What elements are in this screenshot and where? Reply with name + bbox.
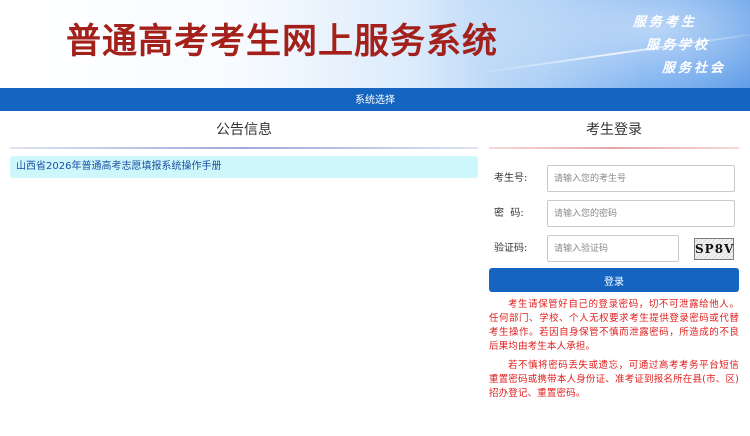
site-title: 普通高考考生网上服务系统 bbox=[66, 21, 499, 62]
nav-item-system-select[interactable]: 系统选择 bbox=[355, 89, 395, 112]
slogan-serve-schools: 服务学校 bbox=[646, 38, 711, 53]
password-input[interactable] bbox=[547, 200, 735, 227]
notice-divider bbox=[10, 147, 478, 149]
header-banner: 普通高考考生网上服务系统 服务考生 服务学校 服务社会 bbox=[0, 0, 750, 88]
captcha-label: 验证码: bbox=[494, 243, 528, 254]
captcha-input[interactable] bbox=[547, 235, 679, 262]
notice-item-link[interactable]: 山西省2026年普通高考志愿填报系统操作手册 bbox=[10, 156, 478, 178]
exam-no-label: 考生号: bbox=[494, 173, 528, 184]
password-label: 密 码: bbox=[494, 208, 524, 219]
password-row: 密 码: bbox=[489, 200, 739, 227]
exam-no-input[interactable] bbox=[547, 165, 735, 192]
nav-bar: 系统选择 bbox=[0, 88, 750, 111]
login-divider bbox=[489, 147, 739, 149]
password-warning-text: 考生请保管好自己的登录密码，切不可泄露给他人。任何部门、学校、个人无权要求考生提… bbox=[489, 299, 739, 352]
notice-panel: 公告信息 山西省2026年普通高考志愿填报系统操作手册 bbox=[10, 120, 478, 178]
slogan-serve-society: 服务社会 bbox=[662, 61, 727, 76]
login-panel: 考生登录 考生号: 密 码: 验证码: SP8V 登录 考生请保管好自己的登录密… bbox=[489, 120, 739, 401]
login-title: 考生登录 bbox=[586, 122, 642, 138]
notice-title: 公告信息 bbox=[216, 122, 272, 138]
captcha-image[interactable]: SP8V bbox=[694, 238, 734, 260]
slogan-serve-students: 服务考生 bbox=[633, 15, 698, 30]
captcha-row: 验证码: SP8V bbox=[489, 235, 739, 262]
exam-no-row: 考生号: bbox=[489, 165, 739, 192]
password-reset-text: 若不慎将密码丢失或遗忘，可通过高考考务平台短信重置密码或携带本人身份证、准考证到… bbox=[489, 360, 739, 399]
login-button[interactable]: 登录 bbox=[489, 268, 739, 292]
